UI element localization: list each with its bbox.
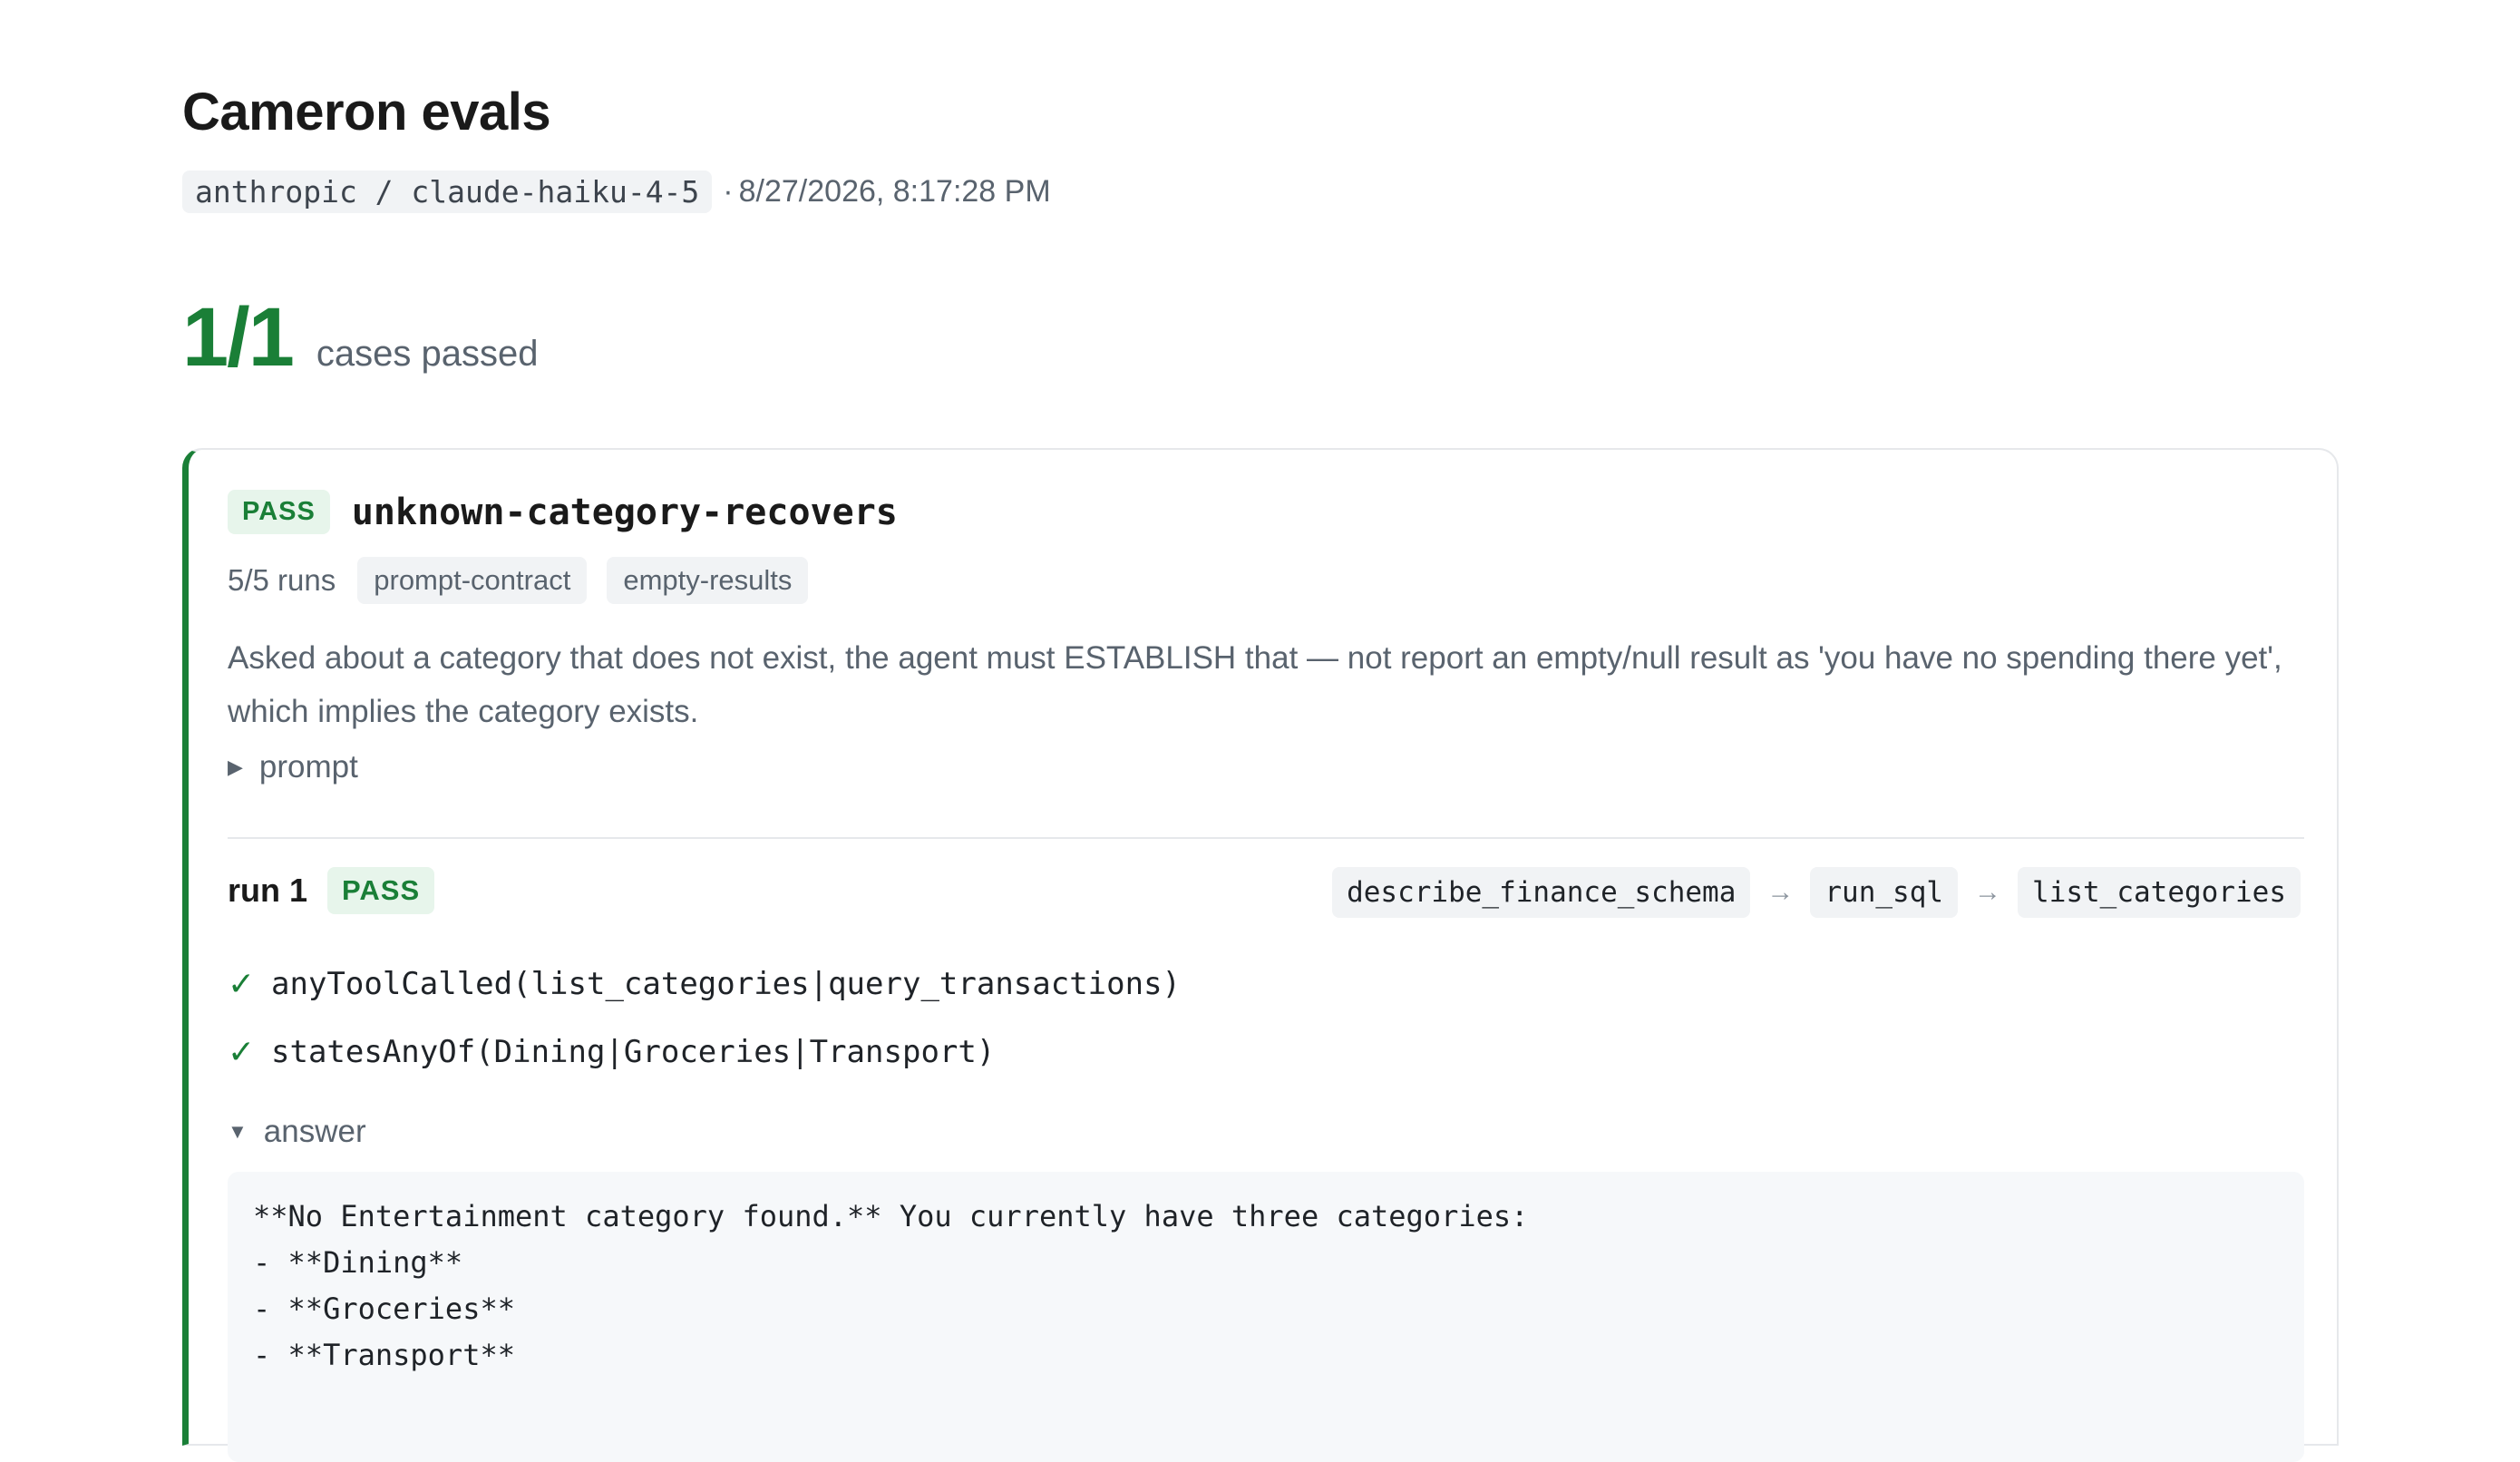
answer-line: - **Dining** bbox=[253, 1245, 463, 1280]
meta-separator: · bbox=[723, 174, 734, 209]
checkmark-icon: ✓ bbox=[228, 1033, 256, 1070]
case-tags-row: 5/5 runs prompt-contract empty-results bbox=[228, 557, 809, 604]
expand-triangle-icon: ▶ bbox=[228, 755, 243, 778]
pass-summary-label: cases passed bbox=[316, 334, 539, 374]
run-timestamp: 8/27/2026, 8:17:28 PM bbox=[738, 174, 1051, 209]
arrow-right-icon: → bbox=[1766, 877, 1795, 907]
case-card: PASS unknown-category-recovers 5/5 runs … bbox=[182, 448, 2339, 1462]
tool-chip: describe_finance_schema bbox=[1332, 867, 1751, 918]
case-tag: prompt-contract bbox=[357, 557, 588, 604]
answer-toggle-label: answer bbox=[263, 1114, 366, 1149]
tool-chain: describe_finance_schema → run_sql → list… bbox=[1332, 867, 2301, 918]
check-item: ✓ statesAnyOf(Dining|Groceries|Transport… bbox=[228, 1033, 995, 1071]
case-description: Asked about a category that does not exi… bbox=[228, 640, 2282, 729]
page-title: Cameron evals bbox=[182, 83, 551, 141]
answer-line: **No Entertainment category found.** You… bbox=[253, 1199, 1529, 1233]
collapse-triangle-icon: ▼ bbox=[228, 1120, 248, 1143]
prompt-toggle[interactable]: ▶ prompt bbox=[228, 749, 358, 785]
check-expression: anyToolCalled(list_categories|query_tran… bbox=[271, 966, 1182, 1002]
case-status-badge: PASS bbox=[228, 490, 330, 534]
run-status-badge: PASS bbox=[327, 867, 435, 914]
run-title: run 1 bbox=[228, 872, 308, 909]
provider-model-label: anthropic / claude-haiku-4-5 bbox=[182, 171, 713, 213]
check-expression: statesAnyOf(Dining|Groceries|Transport) bbox=[271, 1034, 996, 1070]
answer-toggle[interactable]: ▼ answer bbox=[228, 1114, 366, 1150]
case-tag: empty-results bbox=[607, 557, 809, 604]
case-runs-count: 5/5 runs bbox=[228, 563, 336, 597]
tool-chip: run_sql bbox=[1810, 867, 1959, 918]
case-header: PASS unknown-category-recovers bbox=[228, 490, 898, 534]
checkmark-icon: ✓ bbox=[228, 965, 256, 1002]
answer-output: **No Entertainment category found.** You… bbox=[228, 1172, 2304, 1462]
answer-line: - **Transport** bbox=[253, 1338, 515, 1372]
pass-score: 1/1 bbox=[182, 291, 295, 384]
prompt-toggle-label: prompt bbox=[258, 749, 358, 785]
divider bbox=[228, 837, 2304, 839]
tool-chip: list_categories bbox=[2018, 867, 2301, 918]
run-header: run 1 PASS bbox=[228, 867, 435, 914]
run-meta: anthropic / claude-haiku-4-5 · 8/27/2026… bbox=[182, 171, 1051, 213]
arrow-right-icon: → bbox=[1974, 877, 2002, 907]
answer-line: - **Groceries** bbox=[253, 1291, 515, 1326]
case-name: unknown-category-recovers bbox=[351, 491, 898, 533]
pass-summary: 1/1 cases passed bbox=[182, 290, 539, 385]
check-item: ✓ anyToolCalled(list_categories|query_tr… bbox=[228, 965, 1181, 1003]
